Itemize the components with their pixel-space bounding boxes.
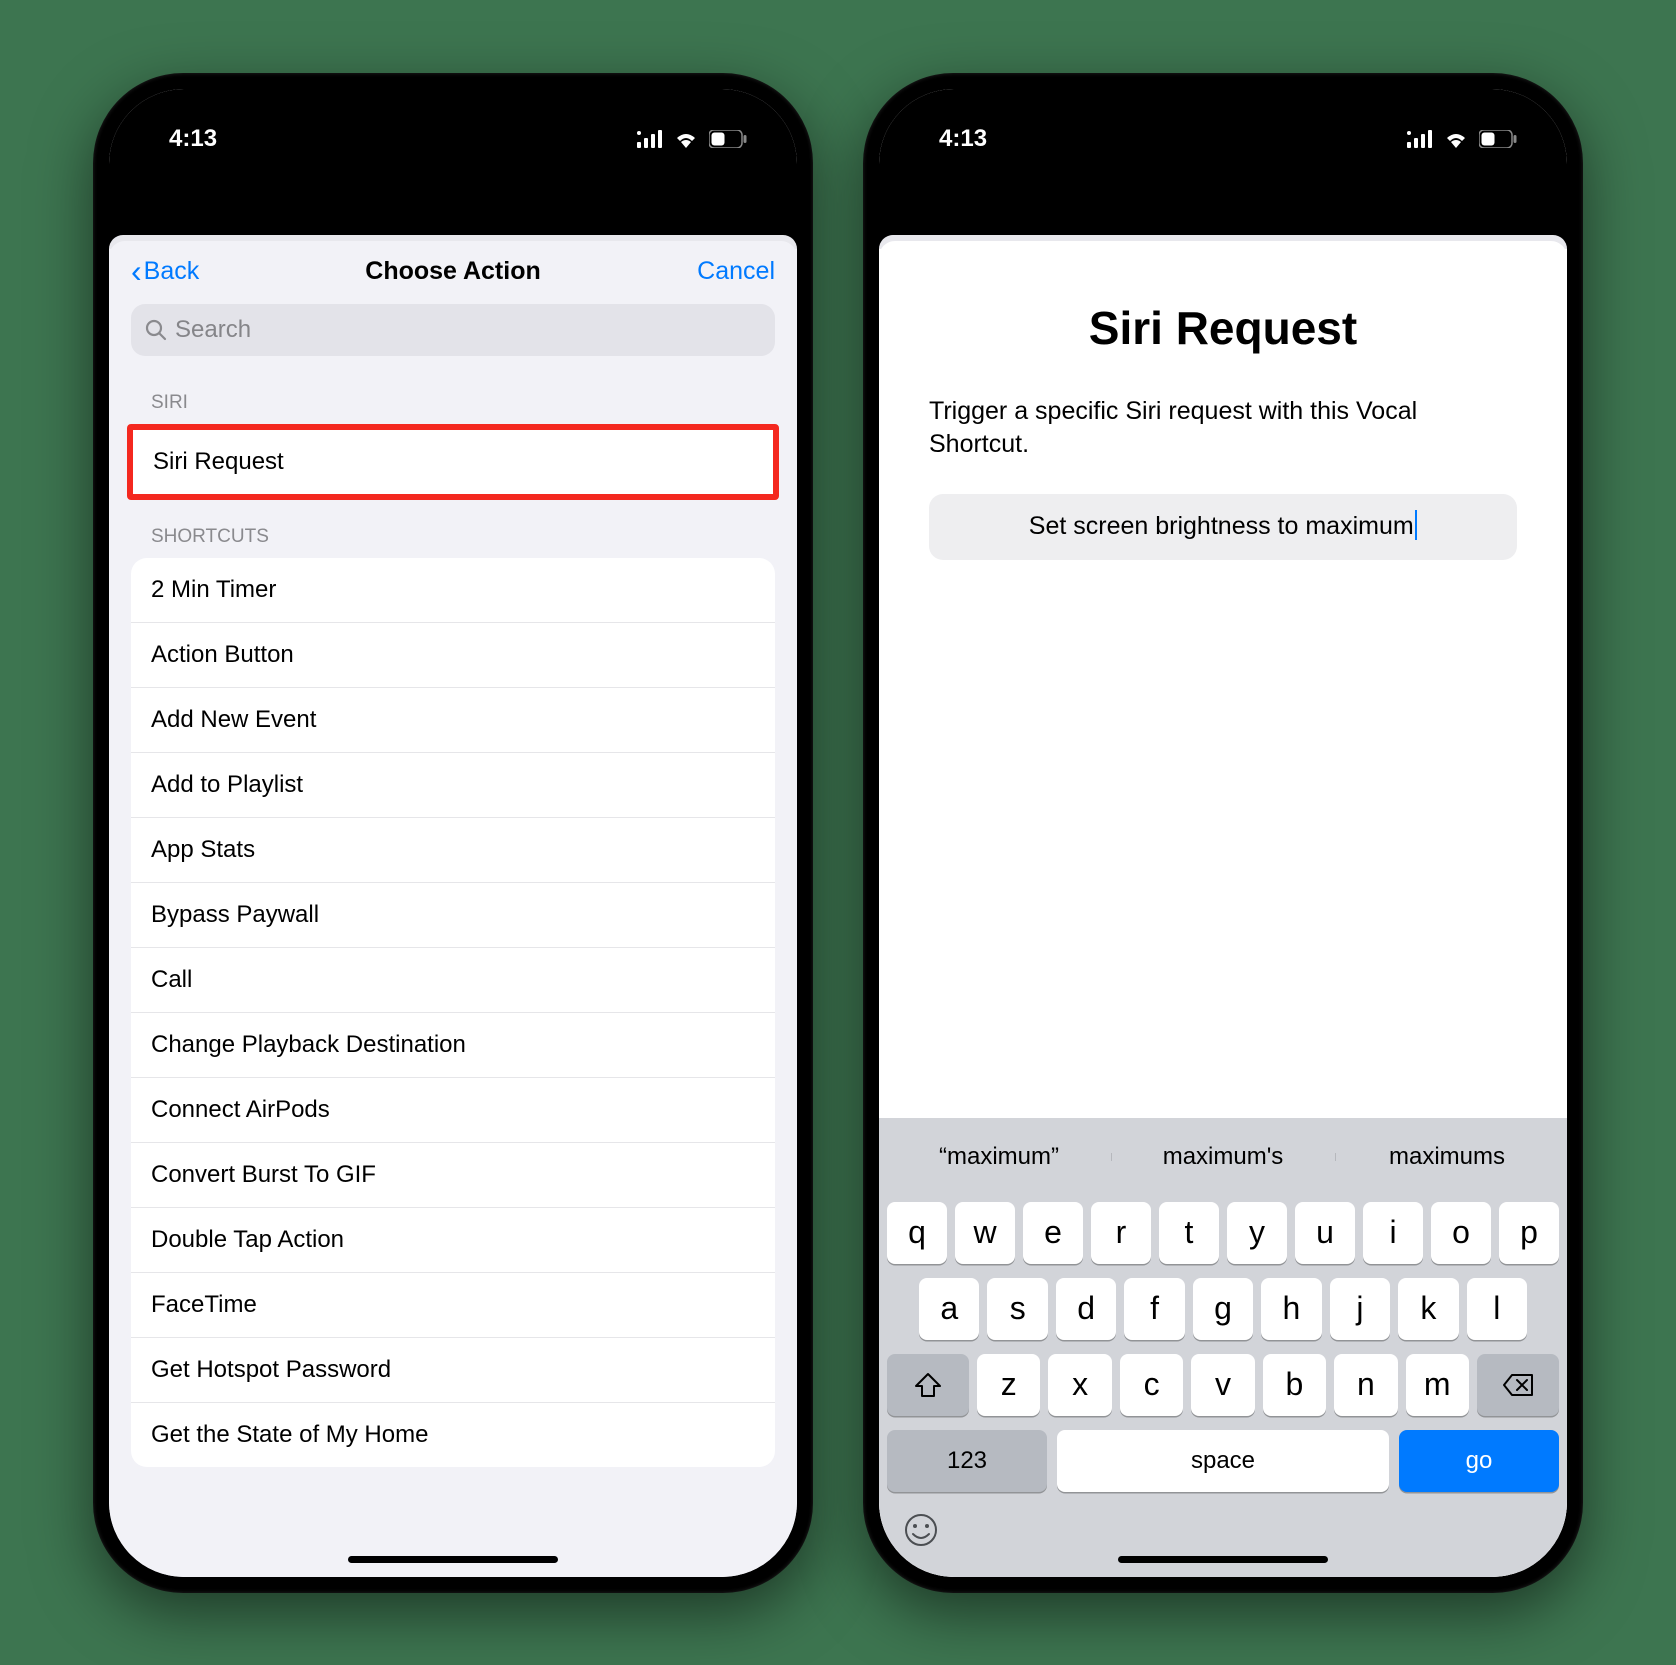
key-o[interactable]: o bbox=[1431, 1202, 1491, 1264]
list-item[interactable]: Call bbox=[131, 948, 775, 1013]
list-item[interactable]: Connect AirPods bbox=[131, 1078, 775, 1143]
action-sheet: ‹ Back Choose Action Cancel Search SIRI … bbox=[109, 241, 797, 1577]
key-r[interactable]: r bbox=[1091, 1202, 1151, 1264]
list-item[interactable]: Change Playback Destination bbox=[131, 1013, 775, 1078]
home-indicator[interactable] bbox=[1118, 1556, 1328, 1563]
phone-left: 4:13 ‹ Back Choose Actio bbox=[93, 73, 813, 1593]
text-cursor bbox=[1415, 510, 1418, 540]
key-k[interactable]: k bbox=[1398, 1278, 1458, 1340]
nav-title: Choose Action bbox=[365, 257, 540, 286]
key-w[interactable]: w bbox=[955, 1202, 1015, 1264]
list-item[interactable]: Get Hotspot Password bbox=[131, 1338, 775, 1403]
key-q[interactable]: q bbox=[887, 1202, 947, 1264]
key-d[interactable]: d bbox=[1056, 1278, 1116, 1340]
key-j[interactable]: j bbox=[1330, 1278, 1390, 1340]
list-item[interactable]: FaceTime bbox=[131, 1273, 775, 1338]
input-value: Set screen brightness to maximum bbox=[1029, 512, 1414, 540]
status-bar: 4:13 bbox=[879, 89, 1567, 179]
siri-section-header: SIRI bbox=[109, 366, 797, 424]
battery-icon bbox=[1479, 130, 1517, 148]
suggestion[interactable]: maximum's bbox=[1111, 1143, 1335, 1171]
list-item[interactable]: 2 Min Timer bbox=[131, 558, 775, 623]
key-v[interactable]: v bbox=[1191, 1354, 1254, 1416]
status-bar: 4:13 bbox=[109, 89, 797, 179]
cellular-icon bbox=[1407, 130, 1433, 148]
battery-icon bbox=[709, 130, 747, 148]
list-item[interactable]: Get the State of My Home bbox=[131, 1403, 775, 1467]
cellular-icon bbox=[637, 130, 663, 148]
search-icon bbox=[145, 319, 167, 341]
key-h[interactable]: h bbox=[1261, 1278, 1321, 1340]
key-t[interactable]: t bbox=[1159, 1202, 1219, 1264]
key-x[interactable]: x bbox=[1048, 1354, 1111, 1416]
key-space[interactable]: space bbox=[1057, 1430, 1389, 1492]
key-p[interactable]: p bbox=[1499, 1202, 1559, 1264]
shortcuts-list: 2 Min Timer Action Button Add New Event … bbox=[131, 558, 775, 1467]
list-item[interactable]: Add to Playlist bbox=[131, 753, 775, 818]
emoji-button[interactable] bbox=[903, 1512, 939, 1557]
cancel-button[interactable]: Cancel bbox=[697, 257, 775, 286]
list-item[interactable]: Bypass Paywall bbox=[131, 883, 775, 948]
keyboard: “maximum” maximum's maximums q w e r t y… bbox=[879, 1118, 1567, 1577]
list-item[interactable]: Action Button bbox=[131, 623, 775, 688]
back-button[interactable]: ‹ Back bbox=[131, 257, 199, 286]
wifi-icon bbox=[673, 130, 699, 148]
key-i[interactable]: i bbox=[1363, 1202, 1423, 1264]
suggestion[interactable]: “maximum” bbox=[887, 1143, 1111, 1171]
key-y[interactable]: y bbox=[1227, 1202, 1287, 1264]
page-title: Siri Request bbox=[929, 301, 1517, 355]
screen-siri-request: 4:13 Siri Request Trigger a specific Sir… bbox=[879, 89, 1567, 1577]
search-placeholder: Search bbox=[175, 316, 251, 344]
key-l[interactable]: l bbox=[1467, 1278, 1527, 1340]
screen-choose-action: 4:13 ‹ Back Choose Actio bbox=[109, 89, 797, 1577]
key-u[interactable]: u bbox=[1295, 1202, 1355, 1264]
list-item[interactable]: App Stats bbox=[131, 818, 775, 883]
search-input[interactable]: Search bbox=[131, 304, 775, 356]
suggestion[interactable]: maximums bbox=[1335, 1143, 1559, 1171]
nav-bar: ‹ Back Choose Action Cancel bbox=[109, 241, 797, 300]
key-shift[interactable] bbox=[887, 1354, 969, 1416]
status-time: 4:13 bbox=[939, 125, 987, 153]
key-s[interactable]: s bbox=[987, 1278, 1047, 1340]
backspace-icon bbox=[1502, 1373, 1534, 1397]
key-123[interactable]: 123 bbox=[887, 1430, 1047, 1492]
shortcuts-section-header: SHORTCUTS bbox=[109, 500, 797, 558]
key-m[interactable]: m bbox=[1406, 1354, 1469, 1416]
key-go[interactable]: go bbox=[1399, 1430, 1559, 1492]
siri-request-sheet: Siri Request Trigger a specific Siri req… bbox=[879, 241, 1567, 1577]
key-b[interactable]: b bbox=[1263, 1354, 1326, 1416]
emoji-icon bbox=[903, 1512, 939, 1548]
chevron-left-icon: ‹ bbox=[131, 263, 142, 279]
key-z[interactable]: z bbox=[977, 1354, 1040, 1416]
highlighted-siri-request: Siri Request bbox=[127, 424, 779, 500]
status-time: 4:13 bbox=[169, 125, 217, 153]
list-item-siri-request[interactable]: Siri Request bbox=[133, 430, 773, 494]
wifi-icon bbox=[1443, 130, 1469, 148]
key-n[interactable]: n bbox=[1334, 1354, 1397, 1416]
key-a[interactable]: a bbox=[919, 1278, 979, 1340]
list-item[interactable]: Double Tap Action bbox=[131, 1208, 775, 1273]
key-f[interactable]: f bbox=[1124, 1278, 1184, 1340]
siri-request-input[interactable]: Set screen brightness to maximum bbox=[929, 494, 1517, 560]
page-subtitle: Trigger a specific Siri request with thi… bbox=[929, 395, 1517, 463]
home-indicator[interactable] bbox=[348, 1556, 558, 1563]
shift-icon bbox=[914, 1372, 942, 1398]
keyboard-suggestions: “maximum” maximum's maximums bbox=[887, 1126, 1559, 1188]
key-delete[interactable] bbox=[1477, 1354, 1559, 1416]
list-item[interactable]: Convert Burst To GIF bbox=[131, 1143, 775, 1208]
key-g[interactable]: g bbox=[1193, 1278, 1253, 1340]
key-c[interactable]: c bbox=[1120, 1354, 1183, 1416]
phone-right: 4:13 Siri Request Trigger a specific Sir… bbox=[863, 73, 1583, 1593]
list-item[interactable]: Add New Event bbox=[131, 688, 775, 753]
key-e[interactable]: e bbox=[1023, 1202, 1083, 1264]
